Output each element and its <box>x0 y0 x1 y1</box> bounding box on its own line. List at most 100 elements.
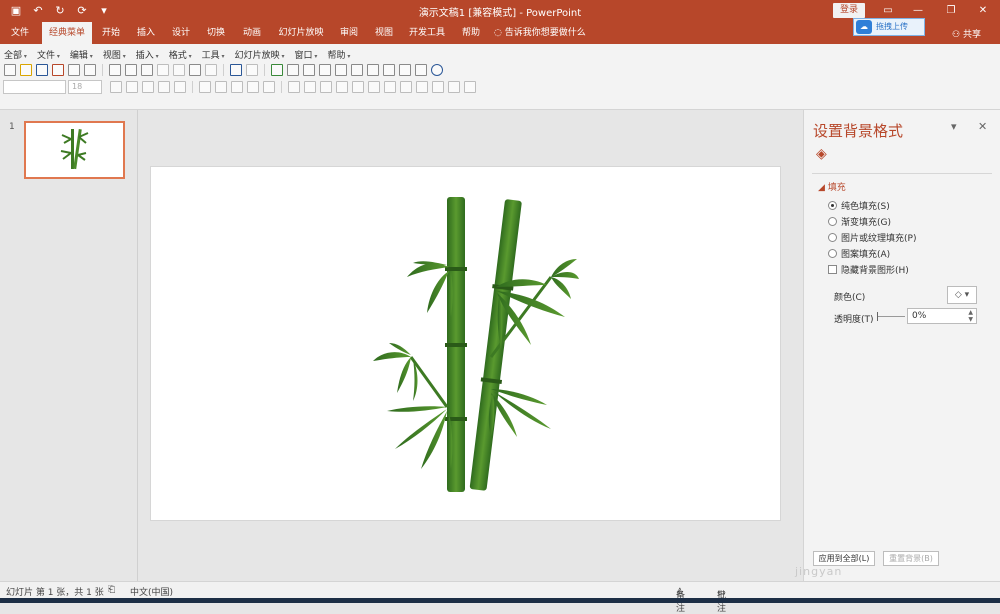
ribbon-display-icon[interactable]: ▭ <box>878 3 898 19</box>
columns-icon[interactable] <box>263 81 275 93</box>
font-color-icon[interactable] <box>352 81 364 93</box>
arrange-icon[interactable] <box>400 81 412 93</box>
tab-design[interactable]: 设计 <box>166 22 196 44</box>
picture-fill-radio[interactable] <box>828 233 837 242</box>
font-name-field[interactable] <box>3 80 66 94</box>
slide-thumbnail[interactable] <box>24 121 125 179</box>
new-icon[interactable] <box>4 64 16 76</box>
pattern-fill-radio[interactable] <box>828 249 837 258</box>
slide-canvas[interactable] <box>150 166 781 521</box>
tab-classic-menu[interactable]: 经典菜单 <box>42 22 92 44</box>
tab-review[interactable]: 审阅 <box>334 22 364 44</box>
spinner-icon[interactable]: ▲ ▼ <box>968 309 973 323</box>
solid-fill-option[interactable]: 纯色填充(S) <box>828 199 890 212</box>
research-icon[interactable] <box>141 64 153 76</box>
menu-view[interactable]: 视图 <box>103 48 126 61</box>
restore-icon[interactable]: ❐ <box>941 3 961 19</box>
pattern-fill-option[interactable]: 图案填充(A) <box>828 247 890 260</box>
tab-home[interactable]: 开始 <box>96 22 126 44</box>
menu-slideshow[interactable]: 幻灯片放映 <box>235 48 285 61</box>
save-icon[interactable] <box>36 64 48 76</box>
picture-icon[interactable] <box>319 64 331 76</box>
color-picker-button[interactable]: ◇ ▾ <box>947 286 977 304</box>
format-painter-icon[interactable] <box>205 64 217 76</box>
font-size-field[interactable]: 18 <box>68 80 102 94</box>
zoom-icon[interactable] <box>415 64 427 76</box>
undo-icon[interactable] <box>230 64 242 76</box>
menu-window[interactable]: 窗口 <box>295 48 318 61</box>
permission-icon[interactable] <box>68 64 80 76</box>
print-preview-icon[interactable] <box>109 64 121 76</box>
align-left-icon[interactable] <box>199 81 211 93</box>
layout-icon[interactable] <box>351 64 363 76</box>
increase-indent-icon[interactable] <box>336 81 348 93</box>
fill-section-header[interactable]: ◢ 填充 <box>818 180 846 193</box>
open-icon[interactable] <box>20 64 32 76</box>
decrease-indent-icon[interactable] <box>320 81 332 93</box>
shadow-icon[interactable] <box>158 81 170 93</box>
tab-file[interactable]: 文件 <box>4 22 36 44</box>
align-right-icon[interactable] <box>231 81 243 93</box>
numbering-icon[interactable] <box>304 81 316 93</box>
shapes-icon[interactable] <box>303 64 315 76</box>
menu-edit[interactable]: 编辑 <box>70 48 93 61</box>
shape-effects-icon[interactable] <box>464 81 476 93</box>
gradient-fill-option[interactable]: 渐变填充(G) <box>828 215 891 228</box>
minimize-icon[interactable]: — <box>908 3 928 19</box>
line-icon[interactable] <box>335 64 347 76</box>
chart-icon[interactable] <box>271 64 283 76</box>
pdf-icon[interactable] <box>52 64 64 76</box>
menu-insert[interactable]: 插入 <box>136 48 159 61</box>
close-icon[interactable]: ✕ <box>973 3 993 19</box>
shape-outline-icon[interactable] <box>448 81 460 93</box>
quick-styles-icon[interactable] <box>416 81 428 93</box>
menu-file[interactable]: 文件 <box>37 48 60 61</box>
cut-icon[interactable] <box>157 64 169 76</box>
transparency-slider[interactable] <box>877 312 905 321</box>
share-button[interactable]: ⚇ 共享 <box>952 27 981 40</box>
hide-background-graphics-option[interactable]: 隐藏背景图形(H) <box>828 263 909 276</box>
grid-icon[interactable] <box>367 64 379 76</box>
picture-fill-option[interactable]: 图片或纹理填充(P) <box>828 231 916 244</box>
copy-icon[interactable] <box>173 64 185 76</box>
menu-all[interactable]: 全部 <box>4 48 27 61</box>
tab-developer[interactable]: 开发工具 <box>404 22 450 44</box>
print-icon[interactable] <box>84 64 96 76</box>
spell-check-icon[interactable]: ⎗ <box>108 585 115 595</box>
apply-to-all-button[interactable]: 应用到全部(L) <box>813 551 875 566</box>
redo-icon[interactable] <box>246 64 258 76</box>
gradient-fill-radio[interactable] <box>828 217 837 226</box>
tab-view[interactable]: 视图 <box>369 22 399 44</box>
solid-fill-radio[interactable] <box>828 201 837 210</box>
align-center-icon[interactable] <box>215 81 227 93</box>
spelling-icon[interactable] <box>125 64 137 76</box>
grow-font-icon[interactable] <box>368 81 380 93</box>
tell-me-search[interactable]: ◌ 告诉我你想要做什么 <box>494 22 604 44</box>
callout-icon[interactable] <box>399 64 411 76</box>
tab-help[interactable]: 帮助 <box>456 22 486 44</box>
reset-background-button[interactable]: 重置背景(B) <box>883 551 939 566</box>
tab-transitions[interactable]: 切换 <box>201 22 231 44</box>
paste-icon[interactable] <box>189 64 201 76</box>
shrink-font-icon[interactable] <box>384 81 396 93</box>
menu-help[interactable]: 帮助 <box>327 48 350 61</box>
italic-icon[interactable] <box>126 81 138 93</box>
login-button[interactable]: 登录 <box>833 3 865 18</box>
table-icon[interactable] <box>287 64 299 76</box>
transparency-input[interactable]: 0% ▲ ▼ <box>907 308 977 324</box>
justify-icon[interactable] <box>247 81 259 93</box>
help-icon[interactable] <box>431 64 443 76</box>
tab-animations[interactable]: 动画 <box>236 22 268 44</box>
textbox-icon[interactable] <box>383 64 395 76</box>
pane-options-chevron-icon[interactable]: ▾ <box>951 120 957 133</box>
bold-icon[interactable] <box>110 81 122 93</box>
change-case-icon[interactable] <box>174 81 186 93</box>
drag-upload-button[interactable]: ☁ 拖拽上传 <box>853 18 925 36</box>
menu-format[interactable]: 格式 <box>169 48 192 61</box>
fill-bucket-icon[interactable]: ◈ <box>816 146 834 164</box>
underline-icon[interactable] <box>142 81 154 93</box>
pane-close-icon[interactable]: ✕ <box>978 120 987 133</box>
hide-background-graphics-checkbox[interactable] <box>828 265 837 274</box>
menu-tools[interactable]: 工具 <box>202 48 225 61</box>
tab-slideshow[interactable]: 幻灯片放映 <box>274 22 328 44</box>
